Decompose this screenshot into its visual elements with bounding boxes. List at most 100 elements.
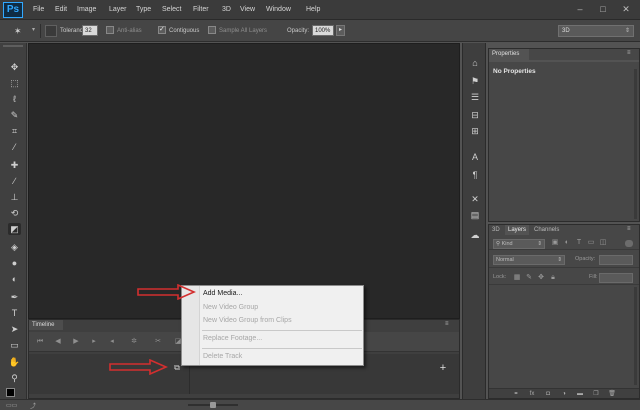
lock-position-icon[interactable]: ✥ bbox=[537, 274, 545, 282]
lock-image-pixels-icon[interactable]: ✎ bbox=[525, 274, 533, 282]
sample-all-layers-checkbox[interactable] bbox=[208, 26, 216, 34]
opacity-dropdown-button[interactable]: ▸ bbox=[336, 25, 345, 36]
scrollbar[interactable] bbox=[634, 69, 637, 219]
tool-preset-dropdown-icon[interactable]: ▾ bbox=[32, 26, 35, 33]
healing-brush-tool-icon[interactable]: ✚ bbox=[8, 159, 21, 171]
menu-layer[interactable]: Layer bbox=[109, 6, 127, 13]
blend-mode-select[interactable]: Normal ⇕ bbox=[493, 255, 565, 265]
fx-icon[interactable]: fx bbox=[527, 390, 537, 398]
path-selection-tool-icon[interactable]: ➤ bbox=[8, 323, 21, 335]
convert-icon[interactable]: ⤴ bbox=[30, 401, 36, 410]
move-tool-icon[interactable]: ✥ bbox=[8, 61, 21, 73]
panel-menu-icon[interactable]: ≡ bbox=[627, 50, 631, 56]
marquee-tool-icon[interactable]: ⬚ bbox=[8, 77, 21, 89]
properties-tab[interactable]: Properties bbox=[489, 49, 529, 60]
menu-item-new-video-group-from-clips[interactable]: New Video Group from Clips bbox=[203, 317, 292, 324]
paint-bucket-tool-icon[interactable]: ◈ bbox=[8, 241, 21, 253]
panel-menu-icon[interactable]: ≡ bbox=[627, 226, 631, 232]
filter-shape-icon[interactable]: ▭ bbox=[587, 239, 595, 247]
close-button[interactable]: ✕ bbox=[619, 4, 633, 15]
menu-window[interactable]: Window bbox=[266, 6, 291, 13]
tab-3d[interactable]: 3D bbox=[489, 225, 503, 235]
filter-toggle-switch[interactable] bbox=[625, 240, 633, 247]
tab-layers[interactable]: Layers bbox=[505, 225, 530, 235]
lock-transparent-pixels-icon[interactable]: ▦ bbox=[513, 274, 521, 282]
add-media-plus-button[interactable]: + bbox=[437, 362, 449, 374]
menu-view[interactable]: View bbox=[240, 6, 255, 13]
filter-kind-select[interactable]: ⚲ Kind ⇕ bbox=[493, 239, 545, 249]
hand-tool-icon[interactable]: ✋ bbox=[8, 356, 21, 368]
filter-adjustment-icon[interactable]: ◐ bbox=[563, 239, 571, 247]
opacity-input[interactable]: 100% bbox=[312, 25, 334, 36]
new-selection-button[interactable] bbox=[45, 25, 57, 37]
split-scissors-icon[interactable]: ✂ bbox=[153, 337, 163, 347]
new-layer-icon[interactable]: ❐ bbox=[591, 390, 601, 398]
tab-channels[interactable]: Channels bbox=[531, 225, 562, 235]
type-tool-icon[interactable]: T bbox=[8, 307, 21, 319]
menu-type[interactable]: Type bbox=[136, 6, 151, 13]
minimize-button[interactable]: – bbox=[573, 4, 587, 15]
link-layers-icon[interactable]: ⚭ bbox=[511, 390, 521, 398]
new-group-icon[interactable]: ▬ bbox=[575, 390, 585, 398]
zoom-slider-thumb[interactable] bbox=[210, 402, 216, 408]
eraser-tool-icon[interactable]: ◩ bbox=[8, 223, 21, 235]
layer-opacity-input[interactable] bbox=[599, 255, 633, 265]
menu-file[interactable]: File bbox=[33, 6, 44, 13]
magic-wand-tool-icon[interactable]: ✶ bbox=[14, 25, 28, 37]
timeline-tab[interactable]: Timeline bbox=[29, 320, 63, 330]
menu-edit[interactable]: Edit bbox=[55, 6, 67, 13]
eyedropper-tool-icon[interactable]: ⁄ bbox=[8, 141, 21, 153]
document-canvas[interactable] bbox=[28, 43, 460, 319]
menu-select[interactable]: Select bbox=[162, 6, 181, 13]
foreground-color-swatch[interactable] bbox=[6, 388, 15, 397]
lock-all-icon[interactable]: 🔒︎ bbox=[549, 274, 557, 282]
character-icon[interactable]: A bbox=[469, 151, 481, 163]
menu-3d[interactable]: 3D bbox=[222, 6, 231, 13]
filter-smart-object-icon[interactable]: ◫ bbox=[599, 239, 607, 247]
filter-type-icon[interactable]: T bbox=[575, 239, 583, 247]
next-frame-icon[interactable]: ▸ bbox=[89, 337, 99, 347]
brush-tool-icon[interactable]: ∕ bbox=[8, 175, 21, 187]
tools-presets-icon[interactable]: ✕ bbox=[469, 193, 481, 205]
actions-icon[interactable]: ⚑ bbox=[469, 75, 481, 87]
settings-gear-icon[interactable]: ✲ bbox=[129, 337, 139, 347]
play-icon[interactable]: ▶ bbox=[71, 337, 81, 347]
render-video-icon[interactable]: ▭▭ bbox=[6, 402, 17, 409]
menu-item-add-media[interactable]: Add Media... bbox=[203, 290, 242, 297]
menu-filter[interactable]: Filter bbox=[193, 6, 209, 13]
blur-tool-icon[interactable]: ● bbox=[8, 257, 21, 269]
history-brush-tool-icon[interactable]: ⟲ bbox=[8, 207, 21, 219]
maximize-button[interactable]: □ bbox=[596, 4, 610, 15]
panel-grip[interactable] bbox=[3, 45, 23, 47]
menu-help[interactable]: Help bbox=[306, 6, 320, 13]
lasso-tool-icon[interactable]: ℓ bbox=[8, 93, 21, 105]
paragraph-icon[interactable]: ¶ bbox=[469, 169, 481, 181]
styles-icon[interactable]: ⊟ bbox=[469, 109, 481, 121]
dodge-tool-icon[interactable]: ◐ bbox=[8, 273, 21, 285]
anti-alias-checkbox[interactable] bbox=[106, 26, 114, 34]
menu-item-new-video-group[interactable]: New Video Group bbox=[203, 304, 258, 311]
fill-input[interactable] bbox=[599, 273, 633, 283]
filter-pixel-icon[interactable]: ▣ bbox=[551, 239, 559, 247]
contiguous-checkbox[interactable] bbox=[158, 25, 166, 34]
zoom-tool-icon[interactable]: ⚲ bbox=[8, 372, 21, 384]
scrollbar[interactable] bbox=[634, 287, 637, 385]
menu-item-delete-track[interactable]: Delete Track bbox=[203, 353, 242, 360]
add-mask-icon[interactable]: ◘ bbox=[543, 390, 553, 398]
workspace-select[interactable]: 3D ⇕ bbox=[558, 25, 634, 37]
panel-menu-icon[interactable]: ≡ bbox=[445, 321, 449, 327]
crop-tool-icon[interactable]: ⌗ bbox=[8, 125, 21, 137]
menu-image[interactable]: Image bbox=[77, 6, 96, 13]
rectangle-tool-icon[interactable]: ▭ bbox=[8, 339, 21, 351]
pen-tool-icon[interactable]: ✒ bbox=[8, 291, 21, 303]
quick-select-tool-icon[interactable]: ✎ bbox=[8, 109, 21, 121]
creative-cloud-icon[interactable]: ☁ bbox=[469, 229, 481, 241]
adjustment-layer-icon[interactable]: ◑ bbox=[559, 390, 569, 398]
history-icon[interactable]: ⌂ bbox=[469, 57, 481, 69]
delete-layer-icon[interactable]: 🗑︎ bbox=[607, 390, 617, 398]
go-to-first-frame-icon[interactable]: ⏮ bbox=[35, 337, 45, 347]
audio-icon[interactable]: ◂ bbox=[107, 337, 117, 347]
menu-item-replace-footage[interactable]: Replace Footage... bbox=[203, 335, 262, 342]
navigator-icon[interactable]: ⊞ bbox=[469, 125, 481, 137]
previous-frame-icon[interactable]: ◀ bbox=[53, 337, 63, 347]
